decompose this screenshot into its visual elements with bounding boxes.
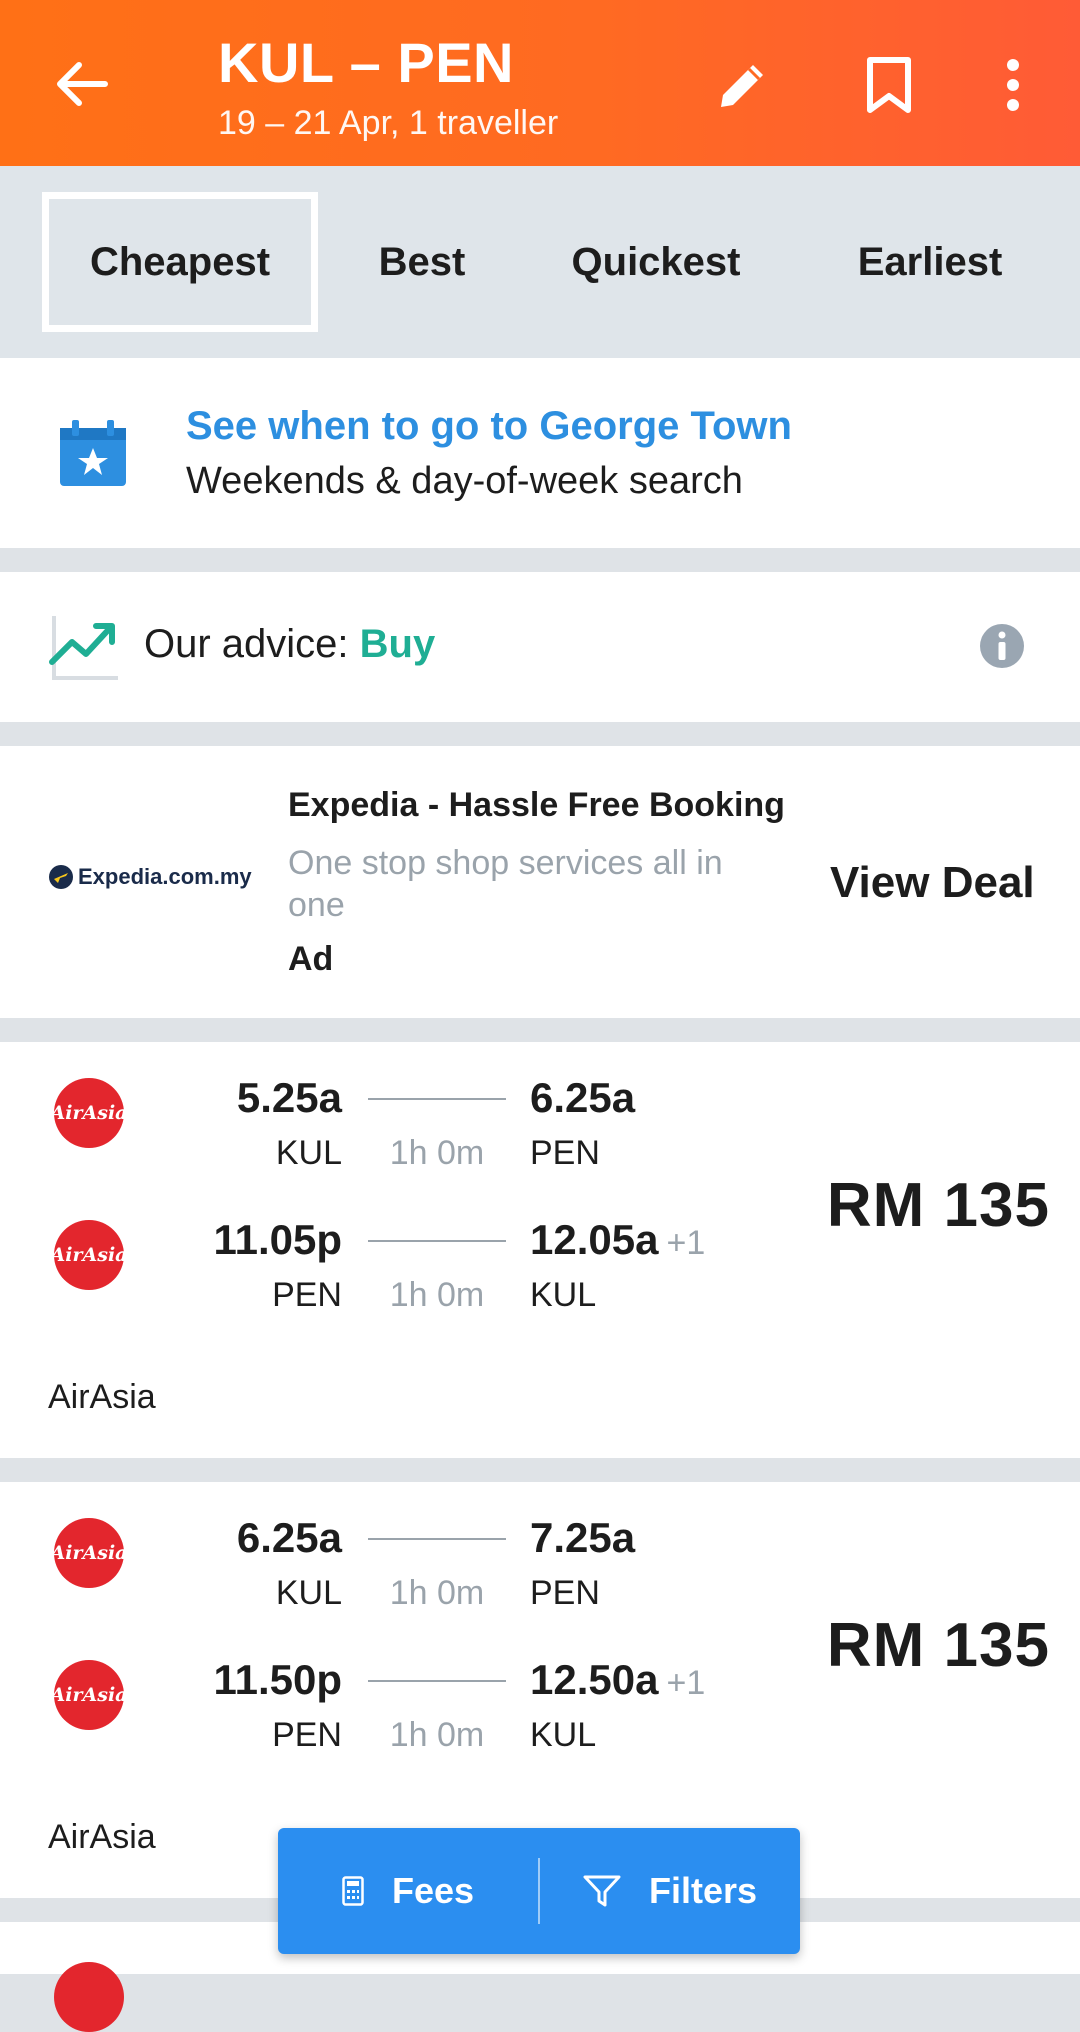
airasia-logo: AirAsia [51, 1660, 127, 1730]
flight-duration: 1h 0m [389, 1716, 485, 1754]
flight-result-card[interactable]: AirAsia 5.25a KUL 1h 0m 6.25a PEN AirAsi… [0, 1042, 1080, 1458]
sort-tabs: Cheapest Best Quickest Earliest [0, 166, 1080, 358]
route-title: KUL – PEN [218, 31, 514, 94]
flight-line [368, 1240, 506, 1242]
more-options-button[interactable] [978, 50, 1048, 120]
fees-label: Fees [391, 1870, 475, 1911]
arrival-time-value: 12.50a [530, 1656, 659, 1703]
airline-logo-text: AirAsia [50, 1244, 128, 1266]
return-leg: AirAsia 11.50p PEN 1h 0m 12.50a +1 KUL [0, 1650, 800, 1760]
calculator-icon [342, 1876, 364, 1906]
arrival-time-value: 6.25a [530, 1074, 636, 1121]
filter-funnel-icon [583, 1875, 621, 1907]
advice-text: Our advice: Buy [144, 622, 435, 667]
advice-value: Buy [359, 622, 436, 666]
save-search-button[interactable] [854, 50, 924, 120]
airline-name: AirAsia [48, 1378, 156, 1416]
view-deal-button[interactable]: View Deal [830, 858, 1035, 908]
bookmark-icon [867, 57, 911, 113]
filters-label: Filters [648, 1870, 758, 1911]
outbound-leg: AirAsia 6.25a KUL 1h 0m 7.25a PEN [0, 1508, 800, 1618]
advice-label: Our advice: [144, 622, 360, 666]
arrival-time-value: 7.25a [530, 1514, 636, 1561]
expedia-logo-text: Expedia.com.my [78, 864, 252, 889]
tab-earliest[interactable]: Earliest [820, 192, 1040, 332]
arrival-time: 12.05a +1 [530, 1216, 705, 1264]
outbound-leg: AirAsia 5.25a KUL 1h 0m 6.25a PEN [0, 1068, 800, 1178]
flight-line [368, 1538, 506, 1540]
flight-duration: 1h 0m [389, 1276, 485, 1314]
flight-price: RM 135 [826, 1171, 1050, 1240]
departure-time: 11.05p [213, 1216, 342, 1263]
departure-time: 5.25a [236, 1074, 342, 1121]
airline-logo-text: AirAsia [50, 1102, 128, 1124]
arrival-airport: KUL [530, 1276, 597, 1314]
fees-filters-bar: Fees Filters [278, 1828, 800, 1954]
ad-label: Ad [288, 940, 334, 978]
edit-search-button[interactable] [708, 50, 778, 120]
departure-airport: KUL [275, 1574, 342, 1612]
airline-name: AirAsia [48, 1818, 156, 1856]
flight-duration: 1h 0m [389, 1574, 485, 1612]
airasia-logo: AirAsia [51, 1518, 127, 1588]
arrival-airport: PEN [530, 1134, 600, 1172]
arrival-airport: KUL [530, 1716, 597, 1754]
flight-duration: 1h 0m [389, 1134, 485, 1172]
price-advice-card: Our advice: Buy [0, 572, 1080, 722]
airasia-logo: AirAsia [51, 1078, 127, 1148]
arrival-time: 6.25a [530, 1074, 635, 1122]
ad-description: One stop shop services all in one [288, 844, 723, 924]
departure-time: 6.25a [236, 1514, 342, 1561]
tab-cheapest[interactable]: Cheapest [42, 192, 318, 332]
tab-best[interactable]: Best [342, 192, 502, 332]
flight-line [368, 1098, 506, 1100]
more-vertical-icon [1007, 59, 1019, 111]
arrival-airport: PEN [530, 1574, 600, 1612]
departure-airport: PEN [272, 1276, 342, 1314]
sponsored-ad-card[interactable]: Expedia.com.my Expedia - Hassle Free Boo… [0, 746, 1080, 1018]
flexible-dates-promo[interactable]: See when to go to George Town Weekends &… [0, 358, 1080, 548]
airasia-logo: AirAsia [51, 1220, 127, 1290]
arrow-left-icon [57, 62, 108, 106]
departure-airport: PEN [272, 1716, 342, 1754]
departure-airport: KUL [275, 1134, 342, 1172]
trend-up-icon [48, 612, 120, 689]
trip-subtitle: 19 – 21 Apr, 1 traveller [218, 104, 559, 142]
info-icon [980, 624, 1024, 668]
flight-price: RM 135 [826, 1611, 1050, 1680]
app-header: KUL – PEN 19 – 21 Apr, 1 traveller [0, 0, 1080, 166]
calendar-star-icon [58, 418, 128, 493]
back-button[interactable] [50, 52, 114, 116]
promo-subtitle: Weekends & day-of-week search [186, 460, 743, 502]
fees-button[interactable]: Fees [278, 1828, 538, 1954]
expedia-logo: Expedia.com.my [48, 864, 252, 890]
plane-globe-icon [49, 865, 73, 889]
advice-info-button[interactable] [978, 622, 1026, 675]
arrival-time-value: 12.05a [530, 1216, 659, 1263]
airline-logo-text: AirAsia [50, 1542, 128, 1564]
pencil-icon [721, 65, 763, 107]
next-day-indicator: +1 [666, 1664, 706, 1702]
flight-line [368, 1680, 506, 1682]
arrival-time: 12.50a +1 [530, 1656, 705, 1704]
ad-title: Expedia - Hassle Free Booking [288, 786, 785, 824]
return-leg: AirAsia 11.05p PEN 1h 0m 12.05a +1 KUL [0, 1210, 800, 1320]
arrival-time: 7.25a [530, 1514, 635, 1562]
promo-title[interactable]: See when to go to George Town [186, 404, 792, 449]
filters-button[interactable]: Filters [540, 1828, 800, 1954]
airasia-logo [54, 1962, 124, 2032]
departure-time: 11.50p [213, 1656, 342, 1703]
tab-quickest[interactable]: Quickest [540, 192, 772, 332]
airline-logo-text: AirAsia [50, 1684, 128, 1706]
next-day-indicator: +1 [666, 1224, 706, 1262]
